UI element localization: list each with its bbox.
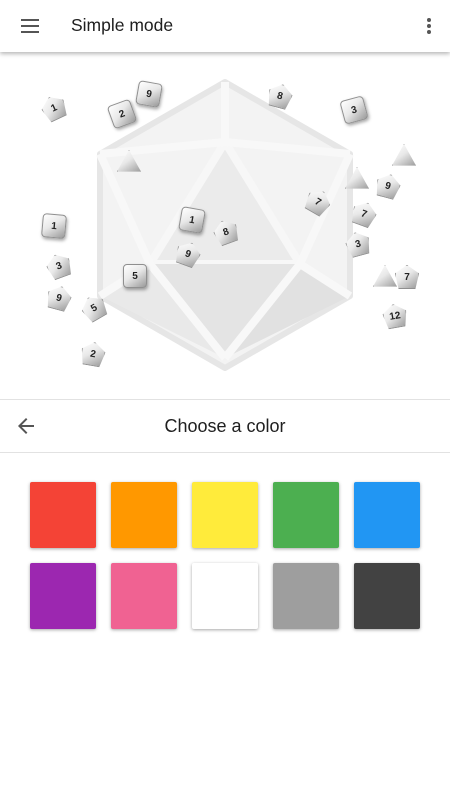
color-swatch-orange[interactable] [111, 482, 177, 548]
chooser-title: Choose a color [164, 416, 286, 436]
color-swatch-pink[interactable] [111, 563, 177, 629]
die: 1 [178, 206, 206, 234]
page-title: Simple mode [71, 15, 174, 35]
die: 1 [40, 212, 68, 240]
color-swatch-grey[interactable] [273, 563, 339, 629]
die: 9 [135, 80, 163, 108]
color-swatch-blue[interactable] [354, 482, 420, 548]
color-swatch-red[interactable] [30, 482, 96, 548]
menu-icon[interactable] [14, 12, 46, 40]
color-swatch-yellow[interactable] [192, 482, 258, 548]
app-bar: Simple mode [0, 0, 450, 52]
more-vert-icon[interactable] [422, 12, 436, 40]
color-swatch-green[interactable] [273, 482, 339, 548]
die: 5 [123, 264, 147, 288]
color-swatch-dark-grey[interactable] [354, 563, 420, 629]
dice-stage[interactable]: 1 2 9 8 3 9 1 1 8 7 7 3 9 5 3 9 5 2 7 12 [0, 52, 450, 399]
color-swatch-white[interactable] [192, 563, 258, 629]
color-swatch-purple[interactable] [30, 563, 96, 629]
color-chooser-header: Choose a color [0, 400, 450, 452]
divider [0, 452, 450, 453]
